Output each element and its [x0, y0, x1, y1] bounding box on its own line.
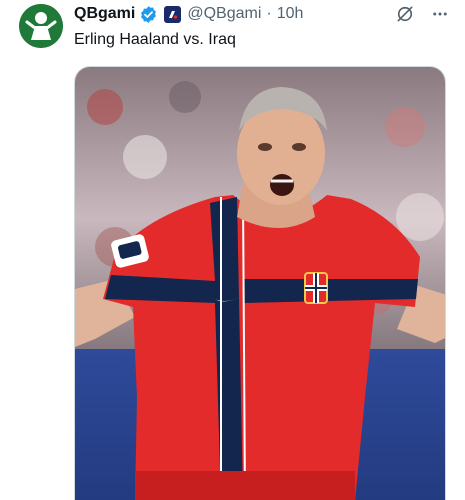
photo-player-celebration [75, 67, 445, 500]
grok-icon[interactable] [395, 4, 415, 24]
affiliate-badge-icon[interactable] [164, 5, 182, 23]
avatar[interactable] [19, 4, 63, 48]
more-icon[interactable] [431, 5, 449, 23]
author-handle[interactable]: @QBgami [187, 5, 261, 23]
verified-badge-icon [139, 5, 158, 24]
player-mascot-icon [19, 4, 63, 48]
timestamp[interactable]: 10h [277, 5, 304, 23]
author-name[interactable]: QBgami [74, 5, 135, 23]
separator-dot: · [266, 5, 272, 22]
tweet-text: Erling Haaland vs. Iraq [74, 31, 236, 48]
tweet-header: QBgami @QBgami · 10h [74, 3, 449, 25]
tweet-image[interactable] [74, 66, 446, 500]
